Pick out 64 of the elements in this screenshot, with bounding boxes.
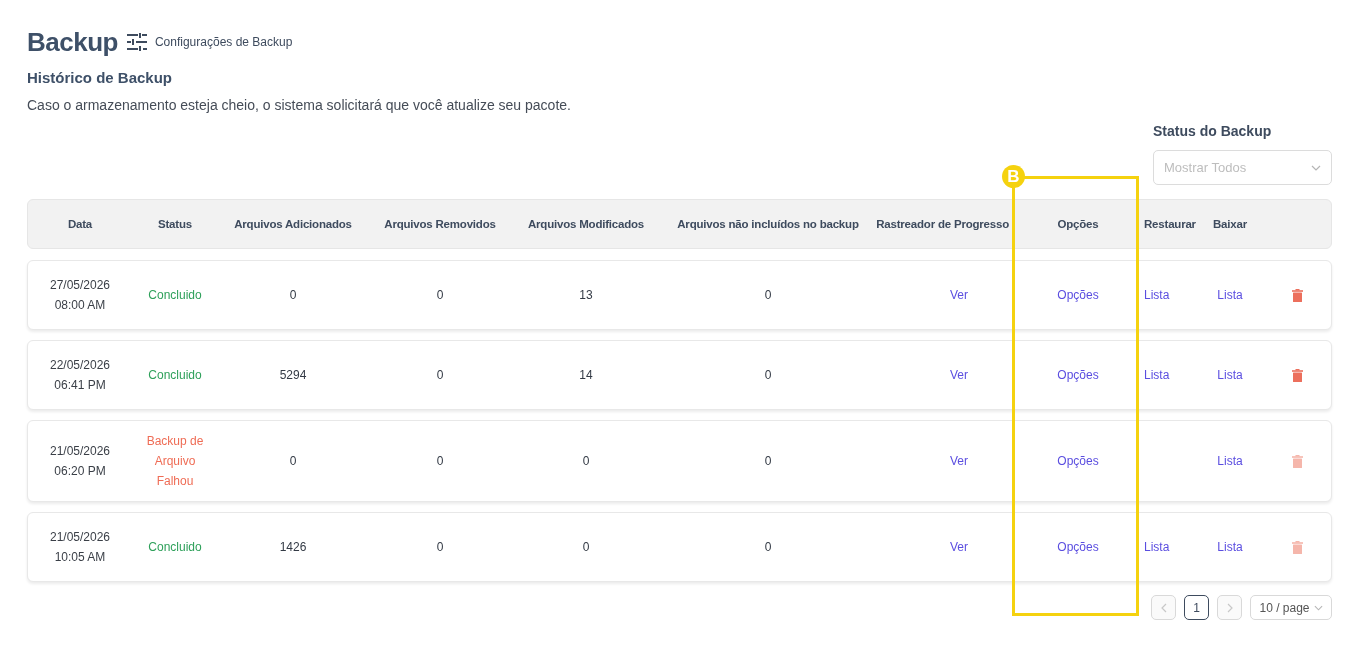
- status-text: Concluido: [148, 367, 202, 384]
- page-button[interactable]: 1: [1184, 595, 1209, 620]
- storage-note: Caso o armazenamento esteja cheio, o sistema solicitará que você atualize seu pacote.: [27, 96, 572, 115]
- excluded-count: 0: [764, 453, 772, 470]
- date-cell-text: 21/05/2026 06:20 PM: [49, 443, 111, 480]
- status-text: Concluido: [148, 539, 202, 556]
- options-link[interactable]: Opções: [1057, 451, 1099, 471]
- column-header: Arquivos Adicionados: [234, 218, 352, 230]
- column-header: Baixar: [1213, 218, 1247, 230]
- download-link[interactable]: Lista: [1217, 451, 1243, 471]
- trash-icon[interactable]: [1292, 288, 1303, 302]
- download-link[interactable]: Lista: [1217, 285, 1243, 305]
- view-progress-link[interactable]: Ver: [950, 365, 968, 385]
- section-title: Histórico de Backup: [27, 68, 174, 88]
- page-title: Backup: [27, 26, 118, 58]
- trash-icon[interactable]: [1292, 368, 1303, 382]
- view-progress-link[interactable]: Ver: [950, 285, 968, 305]
- chevron-right-icon: [1226, 602, 1233, 613]
- column-header: Restaurar: [1144, 218, 1196, 230]
- options-link[interactable]: Opções: [1057, 285, 1099, 305]
- chevron-down-icon: [1311, 164, 1321, 171]
- removed-count: 0: [436, 287, 444, 304]
- download-link[interactable]: Lista: [1217, 537, 1243, 557]
- column-header: Arquivos não incluídos no backup: [677, 218, 859, 230]
- modified-count: 13: [579, 287, 593, 304]
- column-header: Arquivos Modificados: [527, 218, 645, 230]
- column-header: Rastreador de Progresso: [876, 218, 1009, 230]
- removed-count: 0: [436, 367, 444, 384]
- options-link[interactable]: Opções: [1057, 537, 1099, 557]
- backup-settings-button[interactable]: Configurações de Backup: [126, 33, 293, 51]
- column-header: Data: [67, 218, 93, 230]
- column-header: Arquivos Removidos: [384, 218, 496, 230]
- excluded-count: 0: [764, 367, 772, 384]
- modified-count: 14: [579, 367, 593, 384]
- modified-count: 0: [582, 453, 590, 470]
- removed-count: 0: [436, 453, 444, 470]
- restore-link[interactable]: Lista: [1144, 285, 1170, 305]
- added-count: 0: [289, 287, 297, 304]
- date-cell-text: 22/05/2026 06:41 PM: [49, 357, 111, 394]
- added-count: 5294: [279, 367, 307, 384]
- added-count: 0: [289, 453, 297, 470]
- modified-count: 0: [582, 539, 590, 556]
- added-count: 1426: [279, 539, 307, 556]
- column-header: Opções: [1057, 218, 1099, 230]
- filter-label: Status do Backup: [1153, 122, 1272, 141]
- status-text: Concluido: [148, 287, 202, 304]
- date-cell-text: 27/05/2026 08:00 AM: [49, 277, 111, 314]
- column-header: Status: [158, 218, 192, 230]
- restore-link[interactable]: Lista: [1144, 537, 1170, 557]
- chevron-down-icon: [1313, 604, 1323, 611]
- sliders-icon: [126, 33, 147, 51]
- annotation-badge: B: [1002, 165, 1025, 188]
- view-progress-link[interactable]: Ver: [950, 451, 968, 471]
- download-link[interactable]: Lista: [1217, 365, 1243, 385]
- status-text: Backup de Arquivo Falhou: [145, 433, 205, 490]
- view-progress-link[interactable]: Ver: [950, 537, 968, 557]
- options-link[interactable]: Opções: [1057, 365, 1099, 385]
- removed-count: 0: [436, 539, 444, 556]
- page-size-select[interactable]: 10 / page: [1250, 595, 1332, 620]
- restore-link[interactable]: Lista: [1144, 365, 1170, 385]
- date-cell-text: 21/05/2026 10:05 AM: [49, 529, 111, 566]
- chevron-left-icon: [1160, 602, 1167, 613]
- excluded-count: 0: [764, 287, 772, 304]
- excluded-count: 0: [764, 539, 772, 556]
